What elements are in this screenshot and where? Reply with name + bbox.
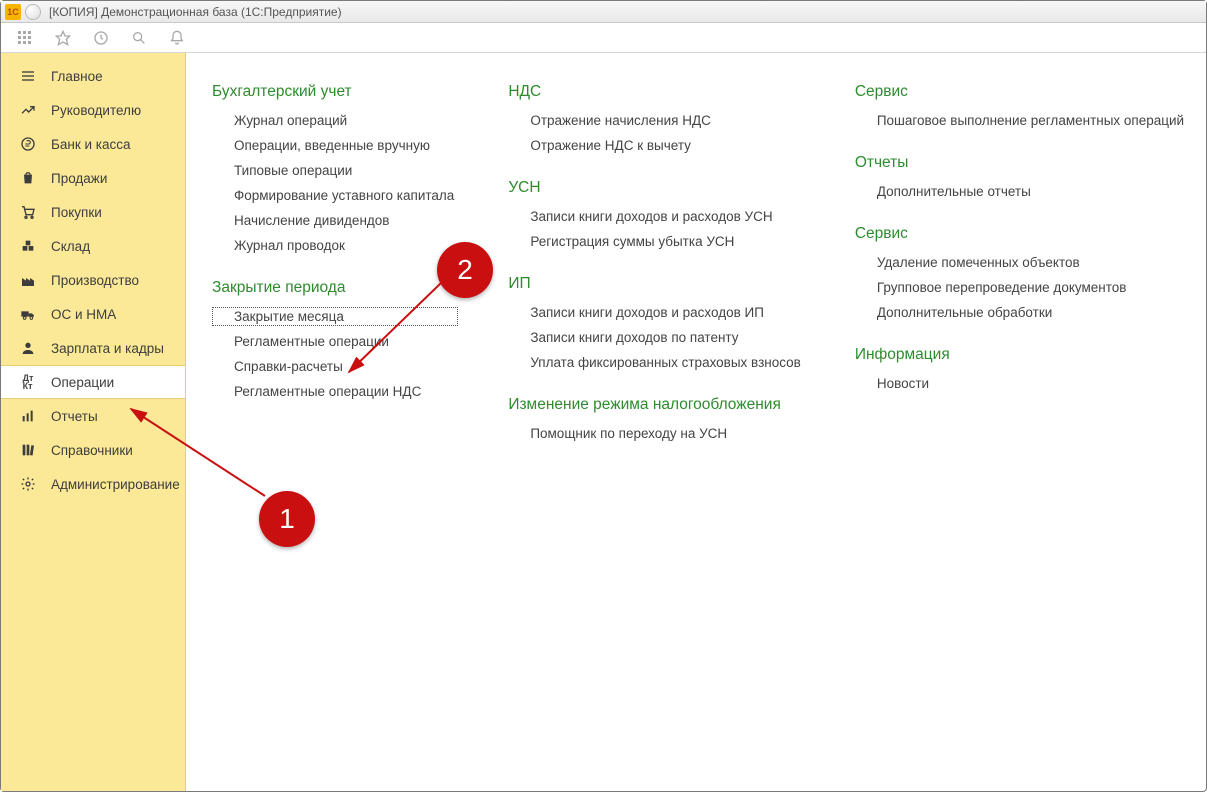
content-column-3: Сервис Пошаговое выполнение регламентных … (855, 83, 1188, 393)
sidebar: Главное Руководителю Банк и касса Продажи По… (1, 53, 186, 791)
sidebar-item[interactable]: Продажи (1, 161, 185, 195)
menu-link[interactable]: Групповое перепроведение документов (855, 278, 1188, 297)
content-column-2: НДС Отражение начисления НДС Отражение НДС… (508, 83, 805, 443)
cart-icon (19, 203, 37, 221)
sidebar-item[interactable]: Руководителю (1, 93, 185, 127)
menu-link[interactable]: Новости (855, 374, 1188, 393)
sidebar-item[interactable]: Справочники (1, 433, 185, 467)
menu-link[interactable]: Начисление дивидендов (212, 211, 458, 230)
menu-link[interactable]: Записи книги доходов и расходов УСН (508, 207, 805, 226)
window-title: [КОПИЯ] Демонстрационная база (1С:Предпр… (49, 5, 342, 19)
section-title: НДС (508, 83, 805, 101)
menu-link[interactable]: Формирование уставного капитала (212, 186, 458, 205)
sidebar-item[interactable]: Отчеты (1, 399, 185, 433)
window-titlebar: 1C [КОПИЯ] Демонстрационная база (1С:Пре… (1, 1, 1206, 23)
menu-link[interactable]: Регламентные операции (212, 332, 458, 351)
sidebar-item-label: Администрирование (51, 477, 180, 492)
ruble-icon (19, 135, 37, 153)
menu-link[interactable]: Регламентные операции НДС (212, 382, 458, 401)
dtkt-icon: ДтКт (19, 373, 37, 391)
sidebar-item[interactable]: Банк и касса (1, 127, 185, 161)
star-icon[interactable] (53, 28, 73, 48)
chart-icon (19, 407, 37, 425)
menu-link[interactable]: Дополнительные отчеты (855, 182, 1188, 201)
annotation-badge-2: 2 (437, 242, 493, 298)
sidebar-item[interactable]: Главное (1, 59, 185, 93)
menu-link[interactable]: Удаление помеченных объектов (855, 253, 1188, 272)
sidebar-item[interactable]: ОС и НМА (1, 297, 185, 331)
section-title: Отчеты (855, 154, 1188, 172)
sidebar-item-label: Производство (51, 273, 139, 288)
menu-link[interactable]: Операции, введенные вручную (212, 136, 458, 155)
menu-link[interactable]: Записи книги доходов и расходов ИП (508, 303, 805, 322)
menu-link[interactable]: Закрытие месяца (212, 307, 458, 326)
menu-link[interactable]: Записи книги доходов по патенту (508, 328, 805, 347)
menu-link[interactable]: Помощник по переходу на УСН (508, 424, 805, 443)
menu-link[interactable]: Журнал операций (212, 111, 458, 130)
boxes-icon (19, 237, 37, 255)
sidebar-item-label: Отчеты (51, 409, 98, 424)
menu-link[interactable]: Отражение начисления НДС (508, 111, 805, 130)
content-column-1: Бухгалтерский учет Журнал операций Операци… (212, 83, 458, 401)
sidebar-item-label: ОС и НМА (51, 307, 116, 322)
bag-icon (19, 169, 37, 187)
factory-icon (19, 271, 37, 289)
titlebar-round-button[interactable] (25, 4, 41, 20)
sidebar-item-label: Покупки (51, 205, 102, 220)
content-area: Бухгалтерский учет Журнал операций Операци… (186, 53, 1206, 791)
menu-link[interactable]: Журнал проводок (212, 236, 458, 255)
trend-icon (19, 101, 37, 119)
books-icon (19, 441, 37, 459)
menu-link[interactable]: Отражение НДС к вычету (508, 136, 805, 155)
truck-icon (19, 305, 37, 323)
menu-link[interactable]: Уплата фиксированных страховых взносов (508, 353, 805, 372)
sidebar-item[interactable]: ДтКт Операции (1, 365, 185, 399)
menu-link[interactable]: Пошаговое выполнение регламентных операц… (855, 111, 1188, 130)
menu-link[interactable]: Справки-расчеты (212, 357, 458, 376)
apps-grid-icon[interactable] (15, 28, 35, 48)
search-icon[interactable] (129, 28, 149, 48)
app-icon: 1C (5, 4, 21, 20)
gear-icon (19, 475, 37, 493)
sidebar-item[interactable]: Производство (1, 263, 185, 297)
section-title: ИП (508, 275, 805, 293)
sidebar-item-label: Банк и касса (51, 137, 131, 152)
sidebar-item[interactable]: Зарплата и кадры (1, 331, 185, 365)
menu-icon (19, 67, 37, 85)
section-title: Информация (855, 346, 1188, 364)
sidebar-item[interactable]: Склад (1, 229, 185, 263)
sidebar-item-label: Руководителю (51, 103, 141, 118)
section-title: Бухгалтерский учет (212, 83, 458, 101)
annotation-badge-1: 1 (259, 491, 315, 547)
section-title: Закрытие периода (212, 279, 458, 297)
section-title: Сервис (855, 225, 1188, 243)
sidebar-item-label: Склад (51, 239, 90, 254)
sidebar-item-label: Главное (51, 69, 103, 84)
section-title: УСН (508, 179, 805, 197)
menu-link[interactable]: Дополнительные обработки (855, 303, 1188, 322)
sidebar-item[interactable]: Администрирование (1, 467, 185, 501)
sidebar-item-label: Справочники (51, 443, 133, 458)
bell-icon[interactable] (167, 28, 187, 48)
menu-link[interactable]: Типовые операции (212, 161, 458, 180)
top-toolbar (1, 23, 1206, 53)
person-icon (19, 339, 37, 357)
history-icon[interactable] (91, 28, 111, 48)
sidebar-item-label: Зарплата и кадры (51, 341, 164, 356)
sidebar-item-label: Операции (51, 375, 114, 390)
section-title: Изменение режима налогообложения (508, 396, 805, 414)
sidebar-item-label: Продажи (51, 171, 107, 186)
sidebar-item[interactable]: Покупки (1, 195, 185, 229)
menu-link[interactable]: Регистрация суммы убытка УСН (508, 232, 805, 251)
section-title: Сервис (855, 83, 1188, 101)
